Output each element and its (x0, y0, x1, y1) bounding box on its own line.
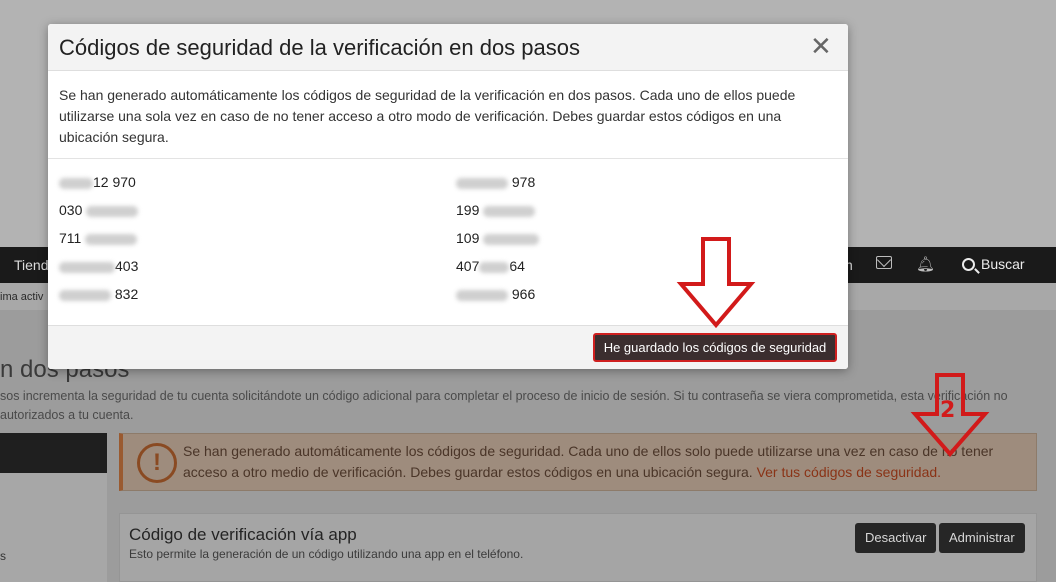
search-label: Buscar (981, 256, 1025, 272)
redacted-digits (59, 261, 115, 273)
security-code: 832 (59, 286, 138, 302)
modal-body-text: Se han generado automáticamente los códi… (59, 87, 796, 145)
mail-icon[interactable] (876, 256, 892, 269)
subbar-text: ima activ (0, 291, 44, 303)
redacted-digits (86, 205, 139, 217)
security-code: 711 (59, 230, 138, 246)
security-code: 12 970 (59, 174, 136, 190)
security-code: 109 (456, 230, 540, 246)
redacted-digits (456, 289, 508, 301)
redacted-digits (479, 261, 510, 273)
redacted-digits (483, 233, 540, 245)
nav-item-store[interactable]: Tiend (14, 257, 49, 273)
security-code: 403 (59, 258, 138, 274)
close-icon[interactable]: ✕ (810, 33, 832, 59)
sidebar-item-active[interactable] (0, 433, 107, 473)
deactivate-button[interactable]: Desactivar (855, 523, 937, 553)
security-code: 030 (59, 202, 139, 218)
security-code: 966 (456, 286, 535, 302)
redacted-digits (85, 233, 138, 245)
search-button[interactable]: Buscar (962, 256, 1025, 272)
redacted-digits (483, 205, 536, 217)
modal-footer: He guardado los códigos de seguridad (48, 325, 848, 369)
card-description: Esto permite la generación de un código … (129, 547, 524, 561)
security-code: 978 (456, 174, 535, 190)
redacted-digits (456, 177, 508, 189)
codes-saved-button[interactable]: He guardado los códigos de seguridad (593, 333, 837, 362)
modal-header: Códigos de seguridad de la verificación … (48, 24, 848, 71)
security-codes-alert: ! Se han generado automáticamente los có… (119, 433, 1037, 491)
redacted-digits (59, 177, 93, 189)
redacted-digits (59, 289, 111, 301)
security-code: 199 (456, 202, 536, 218)
page-description: sos incrementa la seguridad de tu cuenta… (0, 389, 1008, 422)
bell-icon[interactable]: 🔔︎ (916, 255, 935, 273)
security-code: 407 64 (456, 258, 525, 274)
app-verification-card: Código de verificación vía app Esto perm… (119, 513, 1037, 582)
step-number-annotation: 2 (940, 398, 956, 423)
alert-text: Se han generado automáticamente los códi… (183, 441, 1033, 483)
modal-title: Códigos de seguridad de la verificación … (59, 35, 580, 60)
search-icon (962, 257, 975, 271)
manage-button[interactable]: Administrar (939, 523, 1025, 553)
view-codes-link[interactable]: Ver tus códigos de seguridad. (757, 464, 941, 480)
sidebar-item-label[interactable]: s (0, 549, 6, 563)
card-title: Código de verificación vía app (129, 525, 357, 544)
modal-divider (48, 158, 848, 159)
down-arrow-annotation (676, 237, 756, 329)
warning-icon: ! (137, 443, 177, 483)
